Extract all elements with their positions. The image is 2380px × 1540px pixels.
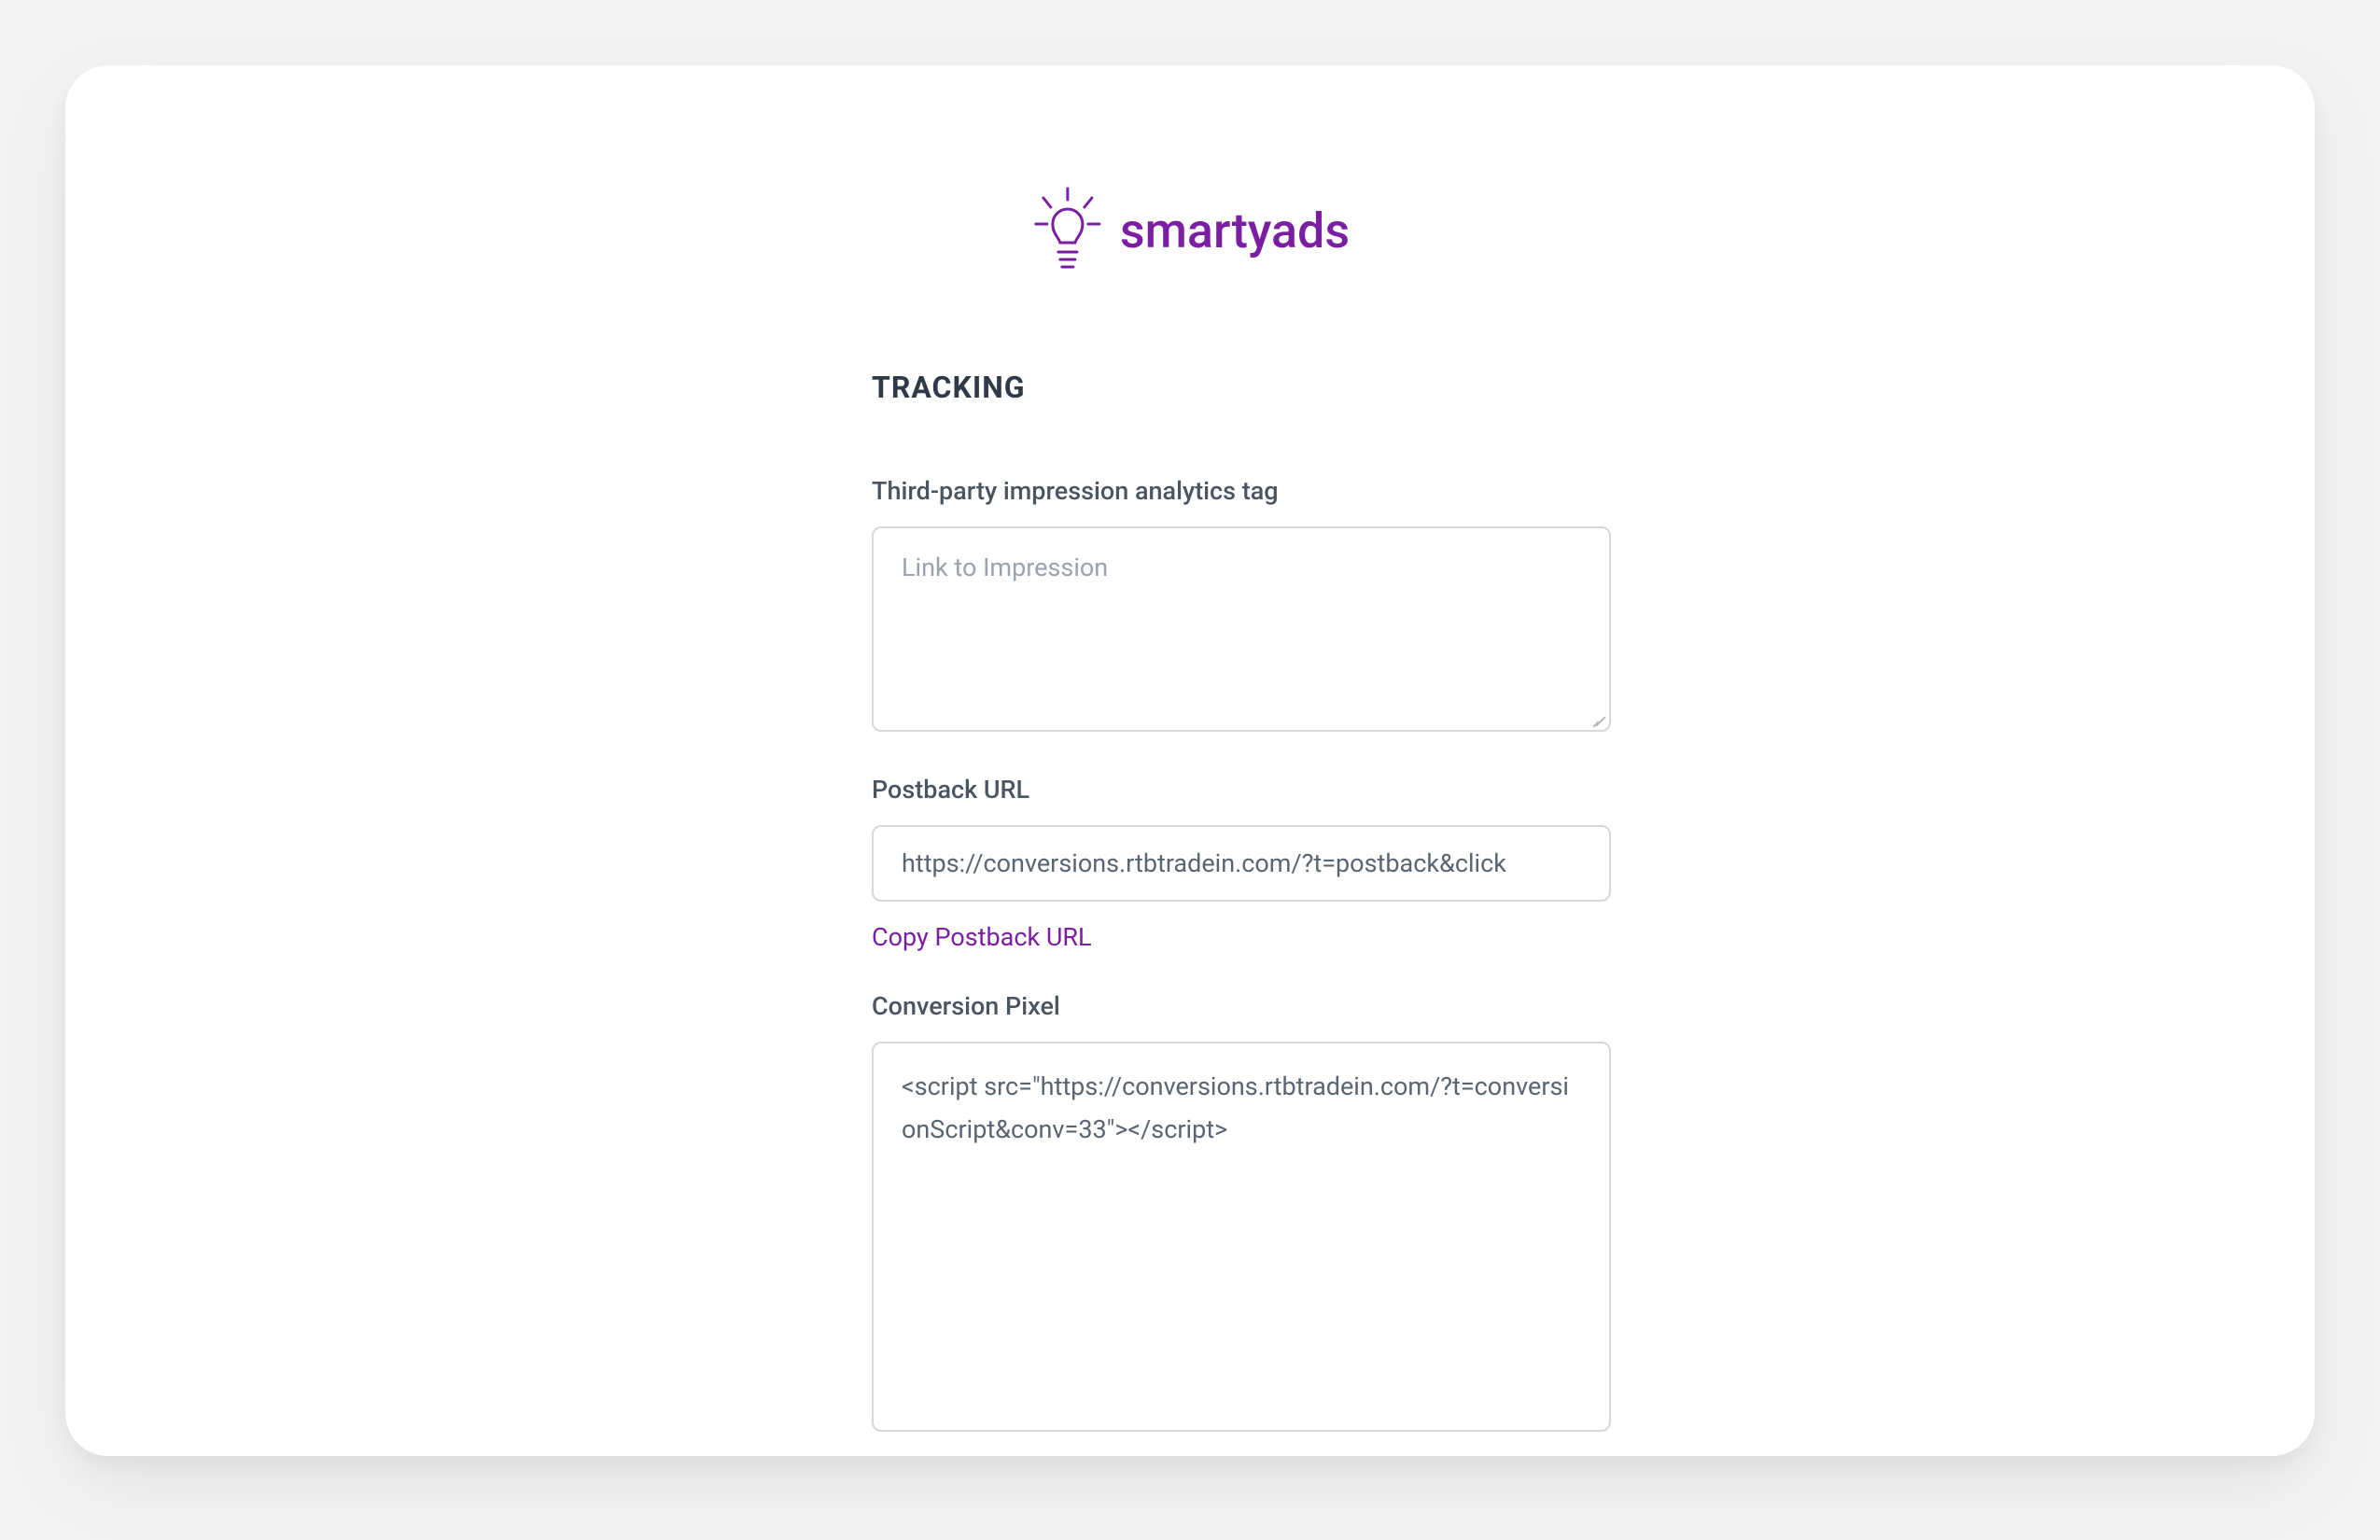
postback-url-input[interactable]	[872, 825, 1611, 902]
conversion-pixel-field-block: Conversion Pixel <script src="https://co…	[872, 991, 1611, 1456]
impression-textarea[interactable]	[872, 526, 1611, 732]
conversion-pixel-label: Conversion Pixel	[872, 991, 1611, 1021]
impression-field-block: Third-party impression analytics tag	[872, 476, 1611, 735]
brand-name: smartyads	[1120, 207, 1350, 256]
page-background: smartyads TRACKING Third-party impressio…	[0, 0, 2380, 1540]
conversion-pixel-box[interactable]: <script src="https://conversions.rtbtrad…	[872, 1042, 1611, 1432]
impression-label: Third-party impression analytics tag	[872, 476, 1611, 506]
copy-postback-url-link[interactable]: Copy Postback URL	[872, 922, 1092, 952]
postback-label: Postback URL	[872, 775, 1611, 805]
impression-textarea-wrap	[872, 526, 1611, 735]
brand-logo: smartyads	[1030, 187, 1350, 276]
section-title: TRACKING	[872, 370, 1611, 405]
lightbulb-icon	[1030, 187, 1105, 276]
tracking-section: TRACKING Third-party impression analytic…	[872, 370, 1611, 1456]
main-card: smartyads TRACKING Third-party impressio…	[65, 65, 2315, 1456]
copy-conversion-pixel-link[interactable]: Copy Conversion Pixel	[872, 1452, 1121, 1456]
postback-field-block: Postback URL Copy Postback URL	[872, 775, 1611, 952]
